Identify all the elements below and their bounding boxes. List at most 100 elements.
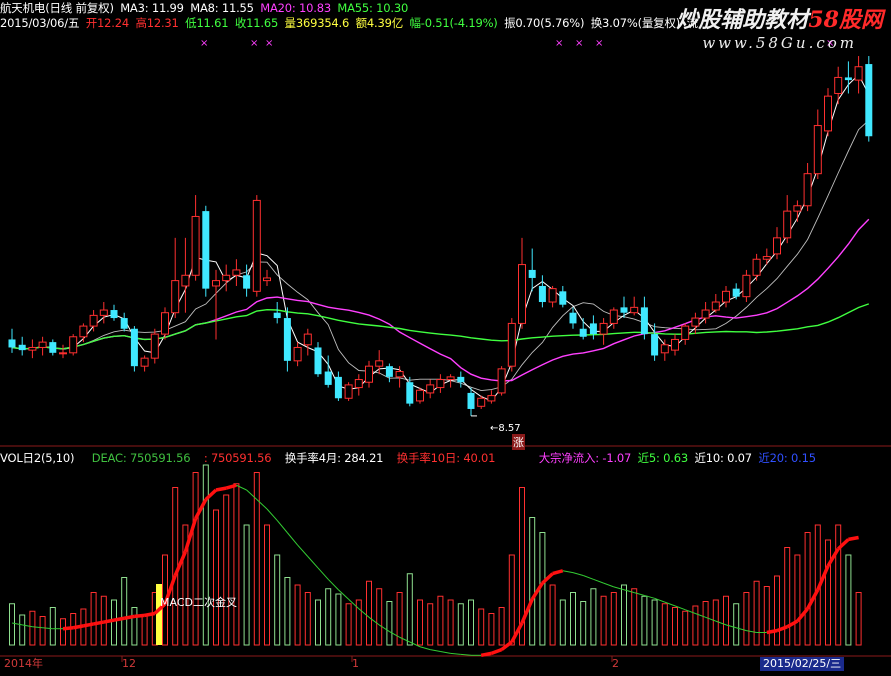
volume-bar[interactable]	[641, 595, 648, 646]
volume-bar[interactable]	[447, 599, 454, 646]
volume-bar[interactable]	[855, 592, 862, 646]
volume-bar[interactable]	[60, 618, 66, 646]
volume-bar[interactable]	[590, 588, 597, 646]
candle[interactable]	[171, 237, 180, 319]
candle[interactable]	[589, 315, 597, 340]
current-date-badge[interactable]: 2015/02/25/三	[760, 657, 845, 671]
candle[interactable]	[365, 360, 373, 388]
volume-bar[interactable]	[417, 599, 423, 646]
volume-bar[interactable]	[192, 472, 199, 646]
candle[interactable]	[28, 339, 37, 359]
candle[interactable]	[140, 355, 149, 372]
candle[interactable]	[232, 259, 241, 286]
candle[interactable]	[711, 293, 720, 313]
candle[interactable]	[49, 339, 57, 356]
volume-bar[interactable]	[315, 599, 321, 646]
volume-bar[interactable]	[386, 601, 393, 646]
volume-bar[interactable]	[570, 592, 576, 646]
candle[interactable]	[69, 334, 78, 356]
volume-bar[interactable]	[621, 584, 627, 646]
candle[interactable]	[38, 336, 47, 356]
volume-bar[interactable]	[692, 605, 699, 646]
volume-bar[interactable]	[366, 580, 372, 646]
candle[interactable]	[293, 342, 302, 367]
candle[interactable]	[599, 318, 608, 345]
candle[interactable]	[620, 296, 628, 319]
volume-bar[interactable]	[753, 580, 760, 646]
candle[interactable]	[497, 366, 506, 396]
candle[interactable]	[640, 296, 648, 340]
volume-bar[interactable]	[733, 603, 740, 646]
candle[interactable]	[120, 312, 128, 332]
candle[interactable]	[559, 285, 567, 308]
candle[interactable]	[334, 371, 342, 401]
volume-bar[interactable]	[9, 603, 15, 646]
candle[interactable]	[518, 237, 526, 329]
candle[interactable]	[752, 253, 761, 281]
volume-bar[interactable]	[508, 554, 515, 646]
candle[interactable]	[609, 307, 618, 329]
candle[interactable]	[8, 328, 16, 353]
candle[interactable]	[732, 283, 740, 300]
candle[interactable]	[507, 318, 516, 372]
candle[interactable]	[181, 237, 190, 313]
volume-bar[interactable]	[488, 613, 495, 646]
volume-bar[interactable]	[457, 603, 464, 646]
volume-bar[interactable]	[335, 593, 342, 646]
volume-bar[interactable]	[549, 584, 556, 646]
volume-bar[interactable]	[672, 607, 678, 646]
stock-name[interactable]: 航天机电(日线 前复权)	[0, 1, 114, 15]
volume-bar[interactable]	[29, 610, 36, 646]
volume-bar[interactable]	[529, 517, 536, 646]
volume-bar[interactable]	[294, 584, 301, 646]
volume-bar[interactable]	[223, 494, 230, 646]
candle[interactable]	[303, 328, 312, 356]
volume-bar[interactable]	[233, 483, 240, 646]
candle[interactable]	[457, 371, 465, 388]
candle[interactable]	[742, 269, 751, 303]
volume-bar[interactable]	[712, 599, 719, 646]
candle[interactable]	[467, 387, 475, 416]
volume-bar[interactable]	[213, 509, 219, 646]
volume-bar[interactable]	[131, 607, 138, 646]
volume-bar[interactable]	[825, 539, 831, 646]
volume-bar[interactable]	[264, 524, 270, 646]
candle[interactable]	[314, 342, 322, 377]
candle[interactable]	[783, 195, 792, 244]
volume-bar[interactable]	[121, 577, 128, 646]
volume-bar[interactable]	[651, 599, 658, 646]
volume-bar[interactable]	[90, 592, 97, 646]
volume-bar[interactable]	[437, 595, 444, 646]
volume-bar[interactable]	[141, 614, 148, 646]
candle[interactable]	[18, 336, 26, 356]
candle[interactable]	[762, 248, 771, 265]
volume-bar[interactable]	[804, 532, 811, 646]
volume-bar[interactable]	[406, 573, 413, 646]
candle[interactable]	[212, 269, 220, 340]
volume-bar[interactable]	[202, 464, 209, 646]
volume-bar[interactable]	[763, 586, 770, 646]
candle[interactable]	[824, 88, 832, 137]
volume-bar[interactable]	[468, 599, 474, 646]
volume-bar[interactable]	[794, 554, 801, 646]
candle[interactable]	[202, 205, 210, 297]
candle[interactable]	[630, 296, 639, 316]
volume-bar[interactable]	[498, 607, 505, 646]
volume-bar[interactable]	[427, 603, 434, 646]
candle[interactable]	[130, 326, 138, 372]
volume-bar[interactable]	[600, 595, 607, 646]
candle[interactable]	[834, 66, 843, 105]
candle[interactable]	[150, 328, 159, 364]
candle[interactable]	[324, 355, 332, 388]
candle[interactable]	[436, 374, 445, 393]
volume-bar[interactable]	[661, 603, 668, 646]
candle[interactable]	[548, 285, 557, 308]
volume-bar[interactable]	[559, 599, 566, 646]
volume-bar[interactable]	[845, 554, 852, 646]
volume-bar[interactable]	[49, 607, 56, 646]
volume-bar[interactable]	[610, 592, 617, 646]
candle[interactable]	[273, 302, 281, 324]
candle[interactable]	[671, 334, 679, 356]
volume-bar[interactable]	[580, 601, 587, 646]
candle[interactable]	[354, 374, 363, 396]
